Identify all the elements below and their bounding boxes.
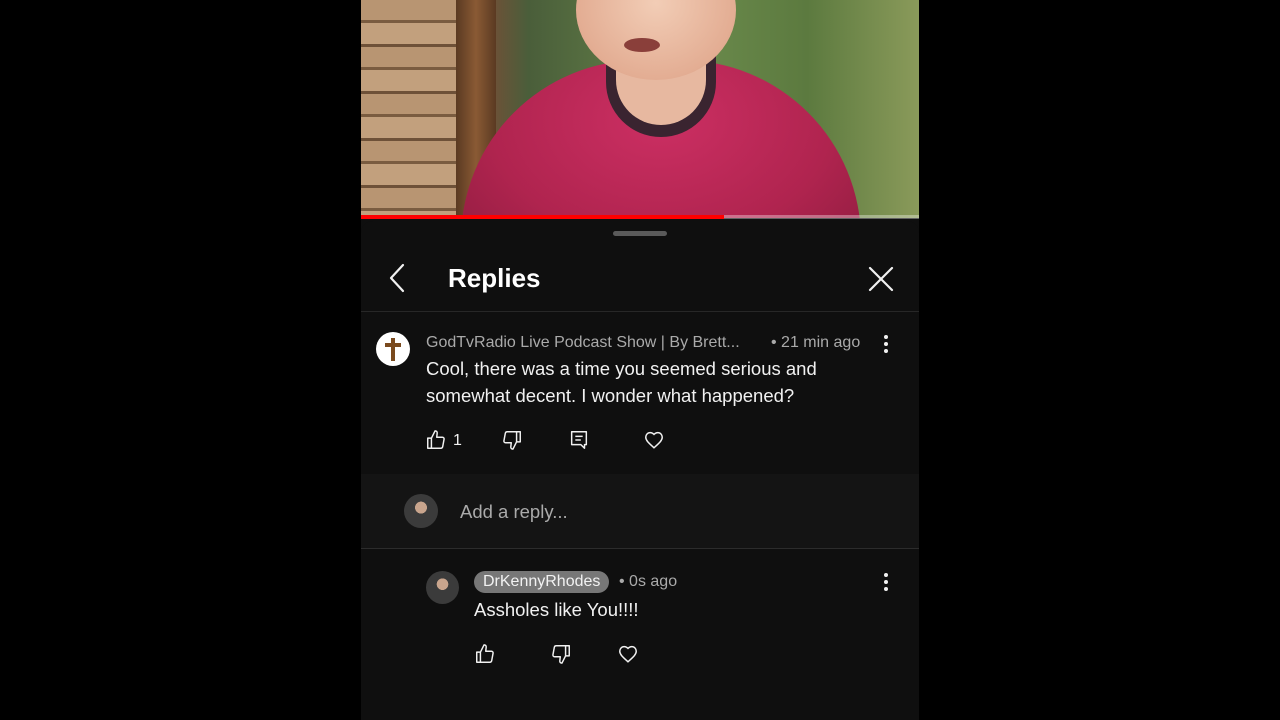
heart-icon	[619, 645, 637, 663]
reply-composer	[361, 474, 919, 549]
heart-button[interactable]	[617, 643, 639, 665]
more-vertical-icon	[884, 335, 888, 353]
page-title: Replies	[448, 263, 541, 293]
close-icon	[868, 266, 894, 292]
like-button[interactable]	[474, 643, 496, 665]
reply-comment: DrKennyRhodes • 0s ago Assholes like You…	[361, 549, 919, 720]
avatar[interactable]	[426, 571, 459, 604]
dislike-button[interactable]	[501, 429, 523, 451]
cross-icon	[385, 338, 401, 361]
close-button[interactable]	[864, 262, 898, 296]
comment-text-line1: Cool, there was a time you seemed seriou…	[426, 358, 817, 379]
like-button[interactable]	[425, 429, 447, 451]
video-player[interactable]	[361, 0, 919, 218]
more-vertical-icon	[884, 573, 888, 591]
video-person-mouth	[624, 38, 660, 52]
comment-author[interactable]: GodTvRadio Live Podcast Show | By Brett.…	[426, 333, 740, 353]
avatar[interactable]	[376, 332, 410, 366]
heart-icon	[645, 431, 663, 449]
reply-more-button[interactable]	[878, 571, 894, 593]
reply-timestamp: • 0s ago	[619, 573, 678, 590]
thumbs-down-icon	[503, 431, 521, 450]
chevron-left-icon	[389, 263, 405, 293]
comment-text-line2: somewhat decent. I wonder what happened?	[426, 385, 795, 406]
like-count: 1	[453, 432, 462, 449]
comment-more-button[interactable]	[878, 333, 894, 355]
thumbs-up-icon	[476, 644, 494, 663]
reply-text: Assholes like You!!!!	[474, 599, 639, 620]
video-progress-bar[interactable]	[361, 215, 919, 219]
avatar	[404, 494, 438, 528]
replies-sheet: Replies GodTvRadio Live Podcast Show | B…	[361, 221, 919, 720]
dislike-button[interactable]	[550, 643, 572, 665]
reply-input[interactable]	[458, 498, 882, 526]
reply-author-chip[interactable]: DrKennyRhodes	[474, 571, 610, 593]
comment-timestamp: • 21 min ago	[771, 334, 861, 351]
drag-handle[interactable]	[613, 231, 667, 236]
reply-button[interactable]	[568, 429, 590, 451]
back-button[interactable]	[383, 261, 413, 295]
parent-comment: GodTvRadio Live Podcast Show | By Brett.…	[361, 312, 919, 472]
replies-header: Replies	[361, 245, 919, 312]
comment-icon	[570, 431, 588, 449]
video-stone-wall	[361, 0, 471, 218]
heart-button[interactable]	[643, 429, 665, 451]
thumbs-down-icon	[552, 645, 570, 664]
thumbs-up-icon	[427, 430, 445, 449]
video-progress-fill	[361, 215, 724, 219]
app-stage: Replies GodTvRadio Live Podcast Show | B…	[361, 0, 919, 720]
